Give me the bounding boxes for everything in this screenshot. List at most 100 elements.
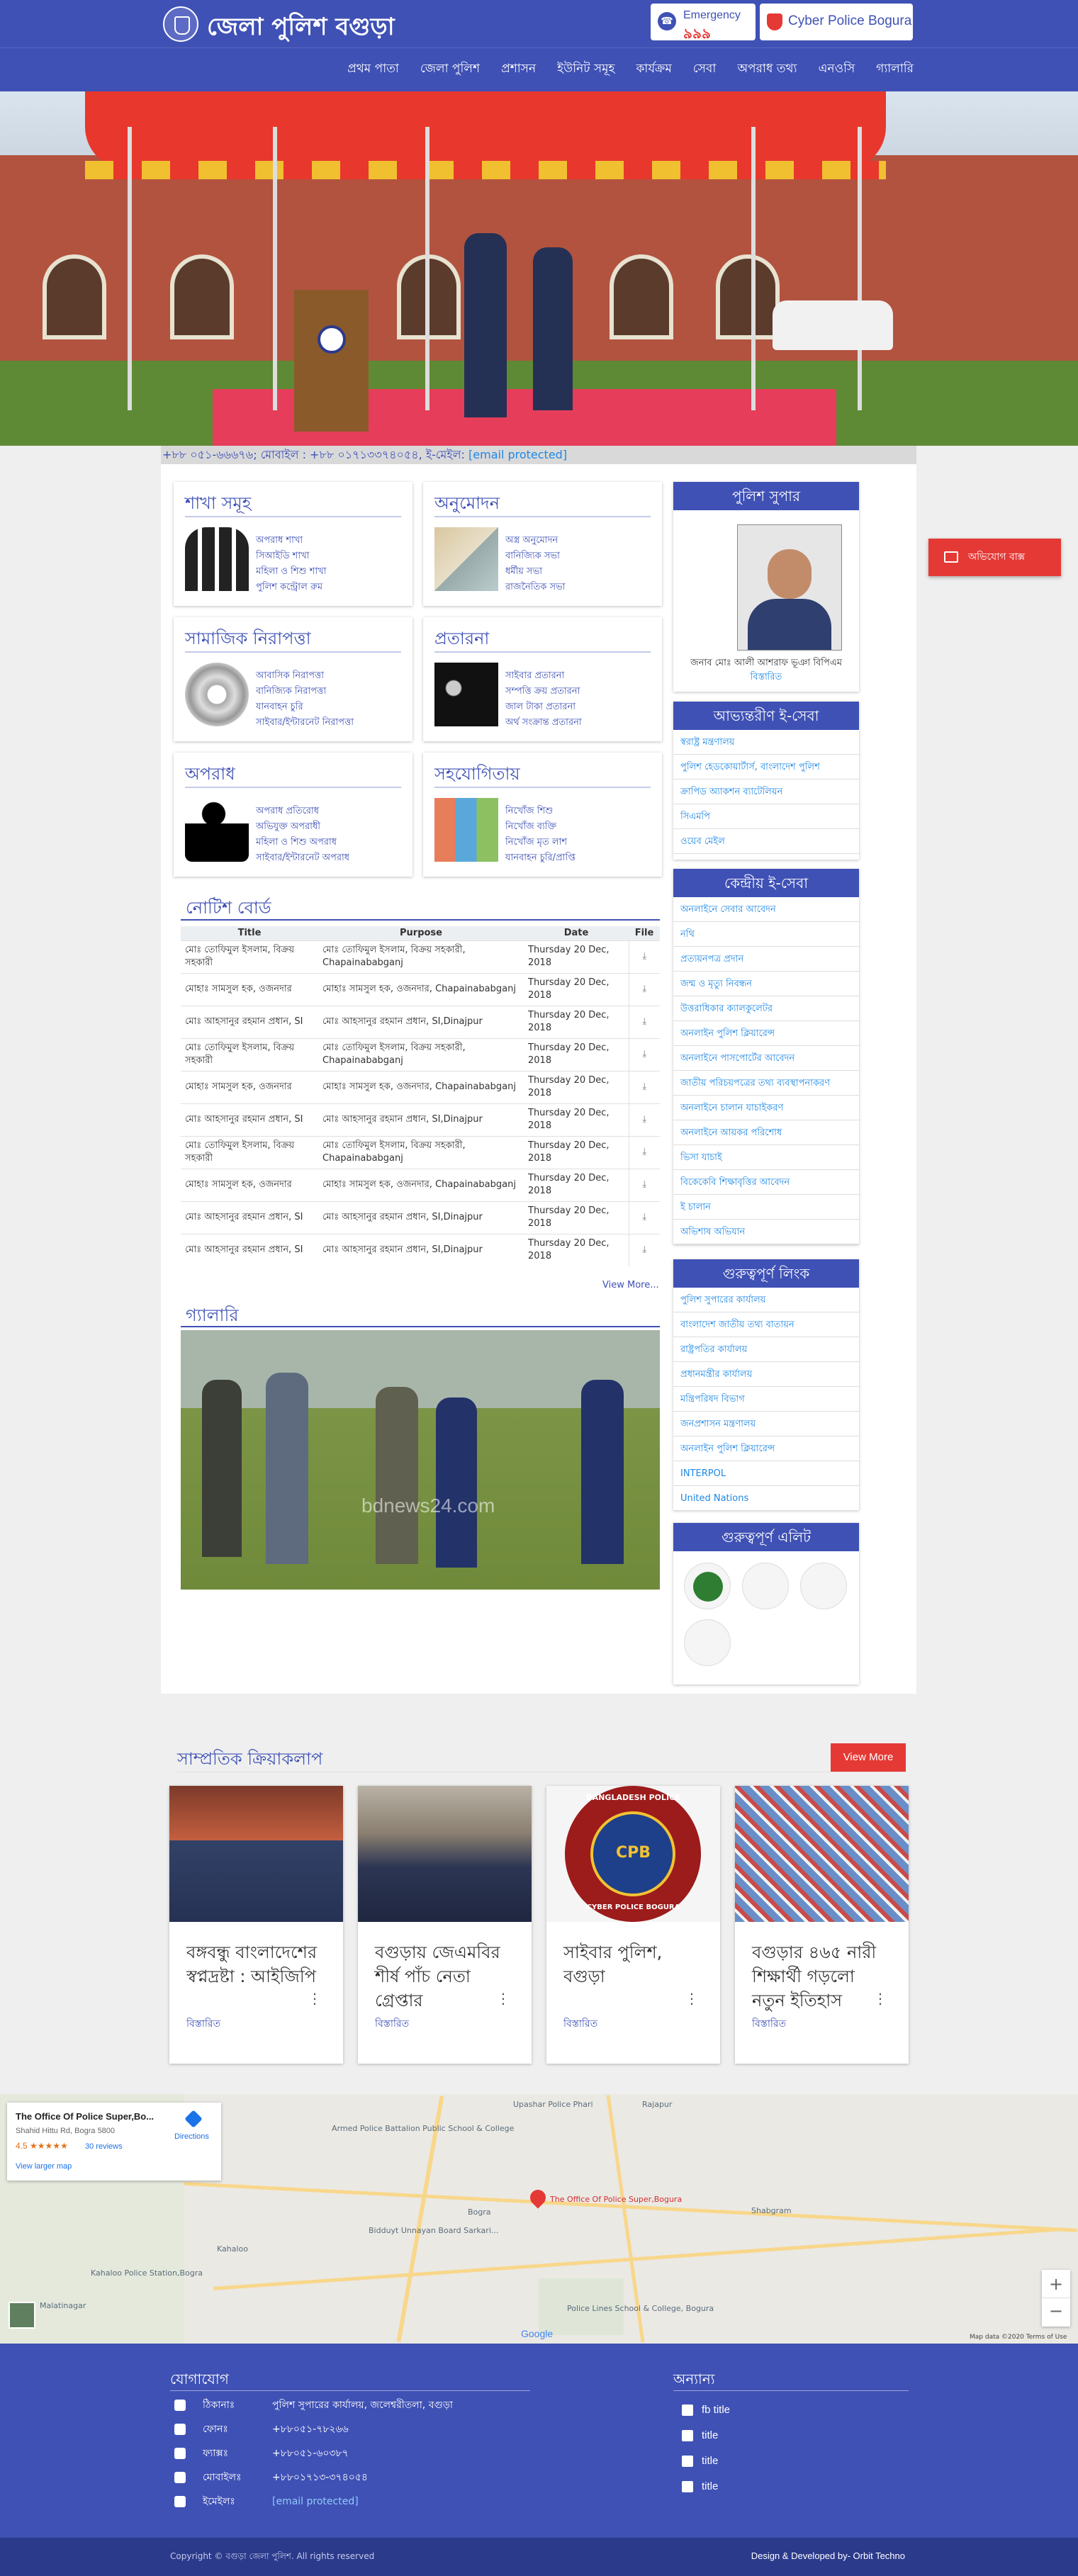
category-link[interactable]: যানবাহন চুরি <box>256 699 354 715</box>
rab-logo-icon[interactable] <box>684 1563 731 1609</box>
reviews-link[interactable]: 30 reviews <box>85 2142 123 2151</box>
sidebar-link[interactable]: উত্তরাধিকার ক্যালকুলেটর <box>673 996 859 1021</box>
category-title[interactable]: সামাজিক নিরাপত্তা <box>185 626 311 654</box>
map-layer-toggle[interactable] <box>9 2302 35 2329</box>
category-title[interactable]: সহযোগিতায় <box>434 761 520 789</box>
nav-item-administration[interactable]: প্রশাসন <box>501 60 536 79</box>
directions-link[interactable]: Directions <box>174 2132 209 2141</box>
bgb-logo-icon[interactable] <box>684 1619 731 1666</box>
sidebar-link[interactable]: অনলাইনে আয়কর পরিশোধ <box>673 1120 859 1145</box>
activity-card[interactable]: বগুড়ার ৪৬৫ নারী শিক্ষার্থী গড়লো নতুন ই… <box>735 1786 909 2064</box>
ansar-logo-icon[interactable] <box>800 1563 847 1609</box>
category-title[interactable]: অনুমোদন <box>434 490 500 519</box>
police-badge-icon[interactable] <box>742 1563 789 1609</box>
sidebar-link[interactable]: ই চালান <box>673 1195 859 1220</box>
category-link[interactable]: সম্পত্তি ক্রয় প্রতারনা <box>505 684 582 699</box>
activities-view-more-button[interactable]: View More <box>831 1743 906 1772</box>
category-link[interactable]: অর্থ সংক্রান্ত প্রতারনা <box>505 715 582 731</box>
more-vert-icon[interactable]: ⋮ <box>308 1990 322 2007</box>
activity-card[interactable]: বগুড়ায় জেএমবির শীর্ষ পাঁচ নেতা গ্রেপ্ত… <box>358 1786 532 2064</box>
download-icon[interactable]: ⤓ <box>628 1168 660 1201</box>
ticker-email[interactable]: [email protected] <box>468 448 567 461</box>
superintendent-details-link[interactable]: বিস্তারিত <box>673 670 859 685</box>
download-icon[interactable]: ⤓ <box>628 1005 660 1038</box>
view-more-link[interactable]: View More... <box>602 1280 659 1290</box>
download-icon[interactable]: ⤓ <box>628 1103 660 1136</box>
sidebar-link[interactable]: ওয়েব মেইল <box>673 829 859 854</box>
category-link[interactable]: পুলিশ কন্ট্রোল রুম <box>256 580 327 595</box>
category-link[interactable]: অস্ত্র অনুমোদন <box>505 533 566 549</box>
sidebar-link[interactable]: জনপ্রশাসন মন্ত্রণালয় <box>673 1412 859 1436</box>
sidebar-link[interactable]: পুলিশ সুপারের কার্যালয় <box>673 1288 859 1312</box>
category-title[interactable]: অপরাধ <box>185 761 235 789</box>
site-title[interactable]: জেলা পুলিশ বগুড়া <box>207 9 395 49</box>
sidebar-link[interactable]: রাষ্ট্রপতির কার্যালয় <box>673 1337 859 1362</box>
sidebar-link[interactable]: অনলাইনে চালান যাচাইকরণ <box>673 1096 859 1120</box>
developer-credit[interactable]: Design & Developed by- Orbit Techno <box>751 2550 905 2561</box>
category-link[interactable]: মহিলা ও শিশু শাখা <box>256 564 327 580</box>
category-link[interactable]: সাইবার/ইন্টারনেট নিরাপত্তা <box>256 715 354 731</box>
category-link[interactable]: নিখোঁজ মৃত লাশ <box>505 835 576 850</box>
nav-item-services[interactable]: সেবা <box>693 60 717 79</box>
category-title[interactable]: প্রতারনা <box>434 626 489 654</box>
activity-title[interactable]: বগুড়ার ৪৬৫ নারী শিক্ষার্থী গড়লো নতুন ই… <box>752 1940 887 2013</box>
nav-item-district-police[interactable]: জেলা পুলিশ <box>420 60 480 79</box>
category-link[interactable]: অপরাধ শাখা <box>256 533 327 549</box>
download-icon[interactable]: ⤓ <box>628 1233 660 1266</box>
police-logo-icon[interactable] <box>163 6 198 42</box>
sidebar-link[interactable]: অনলাইন পুলিশ ক্লিয়ারেন্স <box>673 1021 859 1046</box>
download-icon[interactable]: ⤓ <box>628 940 660 973</box>
directions-icon[interactable] <box>184 2110 203 2128</box>
category-link[interactable]: জাল টাকা প্রতারনা <box>505 699 582 715</box>
sidebar-link[interactable]: জাতীয় পরিচয়পত্রের তথ্য ব্যবস্থাপনাকরণ <box>673 1071 859 1096</box>
zoom-out-button[interactable]: − <box>1042 2298 1070 2327</box>
category-link[interactable]: সাইবার/ইন্টারনেট অপরাধ <box>256 850 349 866</box>
activity-card[interactable]: বঙ্গবন্ধু বাংলাদেশের স্বপ্নদ্রষ্টা : আইজ… <box>169 1786 343 2064</box>
activity-title[interactable]: সাইবার পুলিশ, বগুড়া <box>563 1940 698 1989</box>
download-icon[interactable]: ⤓ <box>628 972 660 1006</box>
sidebar-link[interactable]: বাংলাদেশ জাতীয় তথ্য বাতায়ন <box>673 1312 859 1337</box>
nav-item-gallery[interactable]: গ্যালারি <box>876 60 914 79</box>
category-link[interactable]: নিখোঁজ ব্যক্তি <box>505 819 576 835</box>
sidebar-link[interactable]: পুলিশ হেডকোয়ার্টার্স, বাংলাদেশ পুলিশ <box>673 755 859 780</box>
sidebar-link[interactable]: United Nations <box>673 1486 859 1511</box>
category-link[interactable]: বানিজ্যিক নিরাপত্তা <box>256 684 354 699</box>
sidebar-link[interactable]: INTERPOL <box>673 1461 859 1486</box>
category-link[interactable]: অভিযুক্ত অপরাধী <box>256 819 349 835</box>
sidebar-link[interactable]: প্রধানমন্ত্রীর কার্যালয় <box>673 1362 859 1387</box>
more-vert-icon[interactable]: ⋮ <box>496 1990 510 2007</box>
sidebar-link[interactable]: মন্ত্রিপরিষদ বিভাগ <box>673 1387 859 1412</box>
map-attribution[interactable]: Map data ©2020 Terms of Use <box>970 2334 1067 2341</box>
category-link[interactable]: সাইবার প্রতারনা <box>505 668 582 684</box>
nav-item-activities[interactable]: কার্যক্রম <box>636 60 672 79</box>
activity-details-link[interactable]: বিস্তারিত <box>752 2015 786 2032</box>
zoom-in-button[interactable]: + <box>1042 2270 1070 2298</box>
cyber-police-button[interactable]: Cyber Police Bogura <box>760 4 913 40</box>
sidebar-link[interactable]: অনলাইনে পাসপোর্টের আবেদন <box>673 1046 859 1071</box>
sidebar-link[interactable]: বিকেকেবি শিক্ষাবৃত্তির আবেদন <box>673 1170 859 1195</box>
gallery-image[interactable]: bdnews24.com <box>181 1330 660 1590</box>
sidebar-link[interactable]: সিএমপি <box>673 804 859 829</box>
activity-title[interactable]: বঙ্গবন্ধু বাংলাদেশের স্বপ্নদ্রষ্টা : আইজ… <box>186 1940 321 1989</box>
sidebar-link[interactable]: অভিশাষ অভিযান <box>673 1220 859 1244</box>
nav-item-noc[interactable]: এনওসি <box>818 60 855 79</box>
nav-item-home[interactable]: প্রথম পাতা <box>347 60 399 79</box>
activity-details-link[interactable]: বিস্তারিত <box>375 2015 409 2032</box>
activity-title[interactable]: বগুড়ায় জেএমবির শীর্ষ পাঁচ নেতা গ্রেপ্ত… <box>375 1940 510 2013</box>
sidebar-link[interactable]: ভিসা যাচাই <box>673 1145 859 1170</box>
sidebar-link[interactable]: স্বরাষ্ট্র মন্ত্রণালয় <box>673 730 859 755</box>
activity-details-link[interactable]: বিস্তারিত <box>563 2015 597 2032</box>
complaint-box-button[interactable]: অভিযোগ বাক্স <box>928 539 1061 576</box>
view-larger-map-link[interactable]: View larger map <box>16 2162 72 2171</box>
category-link[interactable]: রাজনৈতিক সভা <box>505 580 566 595</box>
sidebar-link[interactable]: ক্রাপিড অ্যাকশন ব্যাটেলিয়ন <box>673 780 859 804</box>
download-icon[interactable]: ⤓ <box>628 1070 660 1103</box>
activity-card[interactable]: BANGLADESH POLICE CPB CYBER POLICE BOGUR… <box>546 1786 720 2064</box>
nav-item-crime-info[interactable]: অপরাধ তথ্য <box>737 60 797 79</box>
activity-details-link[interactable]: বিস্তারিত <box>186 2015 220 2032</box>
more-vert-icon[interactable]: ⋮ <box>685 1990 699 2007</box>
sidebar-link[interactable]: অনলাইন পুলিশ ক্লিয়ারেন্স <box>673 1436 859 1461</box>
category-link[interactable]: বানিজ্যিক সভা <box>505 549 566 564</box>
category-link[interactable]: ধর্মীয় সভা <box>505 564 566 580</box>
sidebar-link[interactable]: নথি <box>673 922 859 947</box>
